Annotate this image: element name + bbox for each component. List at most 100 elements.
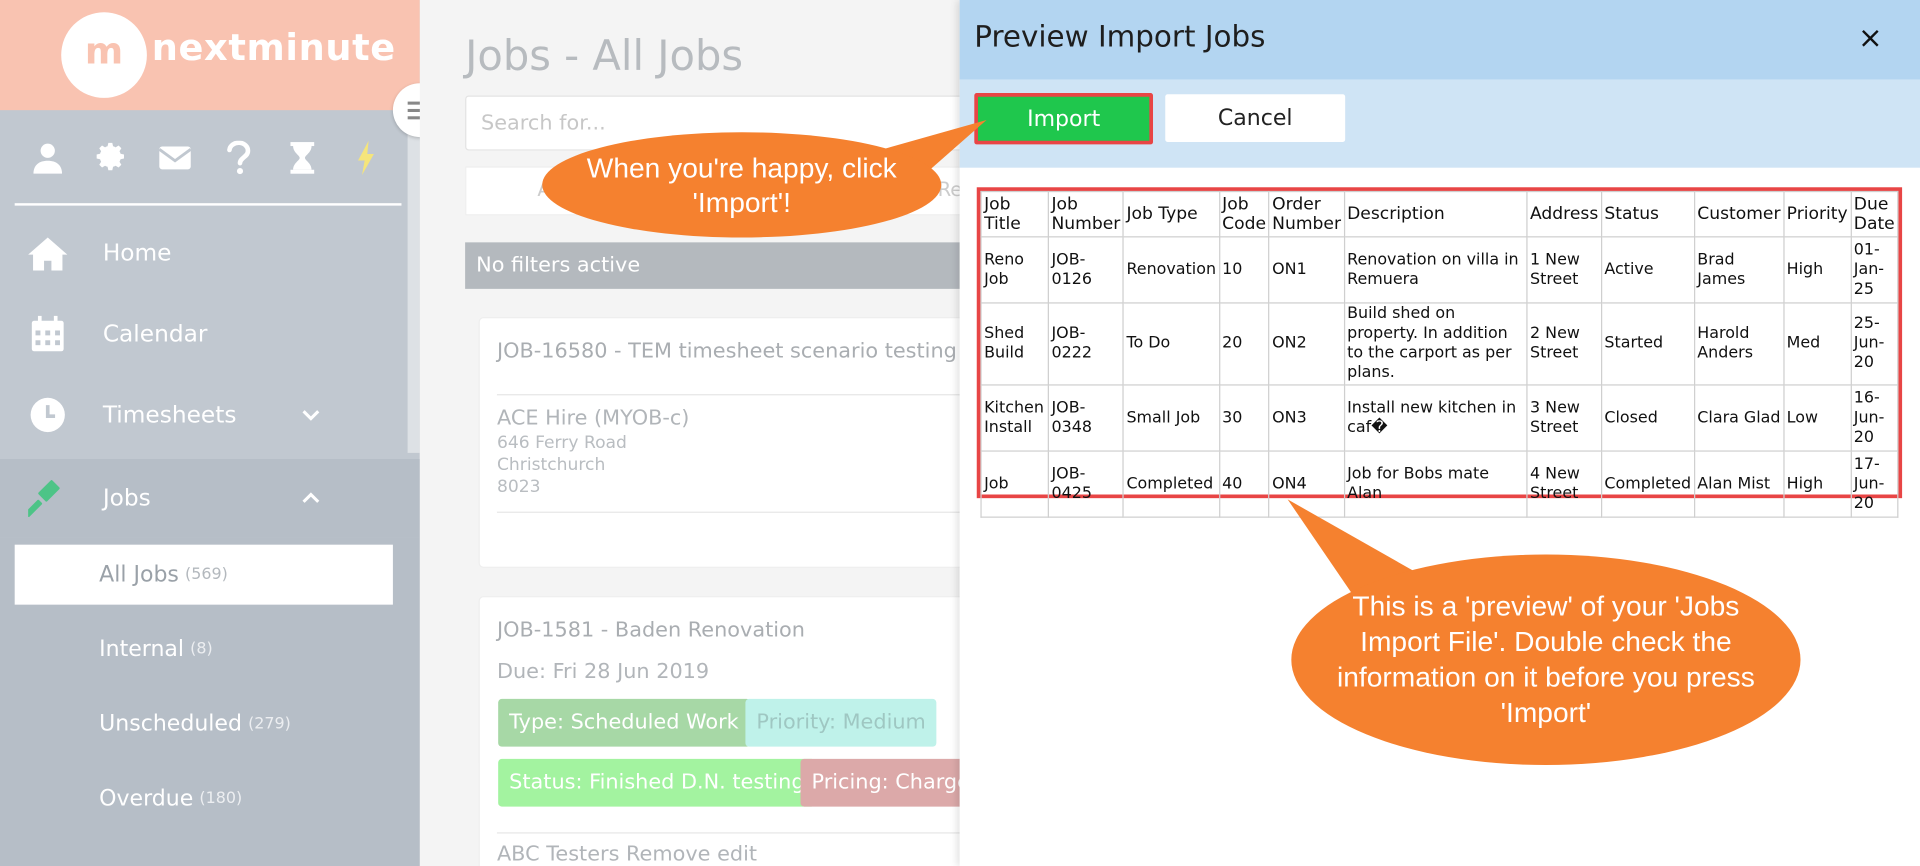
nav-jobs[interactable]: Jobs: [0, 459, 420, 538]
hourglass-icon[interactable]: [284, 140, 321, 177]
table-cell: Renovation on villa in Remuera: [1343, 236, 1528, 304]
logo-area: m nextminute: [0, 0, 420, 111]
sidebar-item-unscheduled[interactable]: Unscheduled (279): [15, 694, 393, 754]
table-cell: ON3: [1268, 384, 1345, 452]
nav-calendar-label: Calendar: [102, 320, 208, 348]
sub-item-label: Internal: [99, 636, 185, 663]
import-hint-callout: When you're happy, click 'Import'!: [542, 132, 942, 238]
gear-icon[interactable]: [93, 140, 130, 177]
preview-table: Job Title Job Number Job Type Job Code Order…: [980, 190, 1899, 518]
page-title: Jobs - All Jobs: [465, 31, 744, 81]
question-icon[interactable]: [220, 140, 257, 177]
table-cell: Started: [1600, 302, 1695, 386]
sub-item-count: (8): [190, 640, 213, 659]
sub-item-count: (569): [185, 565, 228, 584]
mail-icon[interactable]: [157, 140, 194, 177]
table-cell: Harold Anders: [1693, 302, 1785, 386]
sidebar: m nextminute Home Calendar Timesheets Jo…: [0, 0, 420, 866]
table-cell: Active: [1600, 236, 1695, 304]
nav-timesheets[interactable]: Timesheets: [0, 376, 420, 454]
table-cell: Brad James: [1693, 236, 1785, 304]
sidebar-scrollbar[interactable]: [407, 110, 420, 453]
user-icon[interactable]: [29, 140, 66, 177]
column-header: Due Date: [1850, 190, 1899, 238]
column-header: Job Type: [1122, 190, 1220, 238]
table-cell: 20: [1218, 302, 1270, 386]
table-cell: Completed: [1600, 450, 1695, 518]
column-header: Priority: [1782, 190, 1852, 238]
column-header: Status: [1600, 190, 1695, 238]
job-card-address-1: 646 Ferry Road: [496, 433, 627, 453]
table-cell: Shed Build: [980, 302, 1050, 386]
preview-table-wrapper: Job Title Job Number Job Type Job Code Order…: [976, 187, 1903, 518]
table-cell: 25-Jun-20: [1850, 302, 1899, 386]
logo-text: nextminute: [151, 26, 396, 70]
pricing-tag: Pricing: Charge: [800, 758, 981, 807]
table-cell: Clara Glad: [1693, 384, 1785, 452]
job-card-address-2: Christchurch: [496, 455, 606, 475]
table-cell: Closed: [1600, 384, 1695, 452]
table-cell: 4 New Street: [1526, 450, 1602, 518]
divider: [496, 394, 977, 396]
table-cell: Completed: [1122, 450, 1220, 518]
job-card-title[interactable]: JOB-16580 - TEM timesheet scenario testi…: [497, 339, 957, 363]
table-cell: Small Job: [1122, 384, 1220, 452]
job-card-footer: ABC Testers Remove edit: [496, 842, 758, 866]
table-cell: 40: [1218, 450, 1270, 518]
nav-home-label: Home: [102, 239, 172, 267]
table-cell: 17-Jun-20: [1850, 450, 1899, 518]
column-header: Customer: [1693, 190, 1785, 238]
table-cell: 2 New Street: [1526, 302, 1602, 386]
divider: [496, 511, 977, 513]
modal-header: Preview Import Jobs ×: [959, 0, 1920, 80]
job-card-title[interactable]: JOB-1581 - Baden Renovation: [497, 618, 805, 642]
modal-title: Preview Import Jobs: [974, 19, 1266, 54]
filters-bar[interactable]: No filters active: [465, 242, 980, 289]
job-card[interactable]: JOB-16580 - TEM timesheet scenario testi…: [478, 317, 993, 568]
sub-item-label: All Jobs: [99, 561, 179, 588]
sidebar-item-all-jobs[interactable]: All Jobs (569): [14, 544, 393, 605]
table-cell: 01-Jan-25: [1850, 236, 1899, 304]
lightning-icon[interactable]: [348, 140, 385, 177]
close-icon[interactable]: ×: [1858, 21, 1883, 55]
calendar-icon: [27, 313, 69, 355]
table-cell: ON2: [1268, 302, 1345, 386]
table-cell: 30: [1218, 384, 1270, 452]
table-cell: Build shed on property. In addition to t…: [1343, 302, 1528, 386]
table-cell: High: [1782, 450, 1852, 518]
job-card[interactable]: JOB-1581 - Baden Renovation Due: Fri 28 …: [478, 596, 993, 866]
job-card-due: Due: Fri 28 Jun 2019: [496, 659, 710, 685]
table-cell: 16-Jun-20: [1850, 384, 1899, 452]
column-header: Job Number: [1047, 190, 1124, 238]
table-cell: Low: [1782, 384, 1852, 452]
sub-item-label: Unscheduled: [99, 711, 242, 737]
icon-divider: [14, 203, 402, 206]
table-cell: Reno Job: [980, 236, 1050, 304]
column-header: Order Number: [1268, 190, 1345, 238]
sub-item-count: (180): [199, 789, 243, 808]
table-cell: To Do: [1122, 302, 1220, 386]
nav-home[interactable]: Home: [0, 214, 420, 292]
preview-hint-callout: This is a 'preview' of your 'Jobs Import…: [1291, 554, 1801, 765]
table-cell: Install new kitchen in caf�: [1343, 384, 1528, 452]
clock-icon: [27, 394, 69, 436]
table-cell: 3 New Street: [1526, 384, 1602, 452]
nav-jobs-label: Jobs: [102, 484, 151, 512]
type-tag: Type: Scheduled Work: [498, 698, 750, 747]
table-cell: JOB-0222: [1047, 302, 1124, 386]
table-cell: High: [1782, 236, 1852, 304]
sidebar-item-internal[interactable]: Internal (8): [15, 619, 393, 679]
table-cell: ON1: [1268, 236, 1345, 304]
logo-mark: m: [61, 12, 147, 98]
job-card-address-3: 8023: [496, 477, 541, 497]
cancel-button[interactable]: Cancel: [1165, 94, 1346, 142]
column-header: Address: [1526, 190, 1602, 238]
nav-calendar[interactable]: Calendar: [0, 295, 420, 373]
divider: [496, 832, 977, 834]
table-cell: Med: [1782, 302, 1852, 386]
table-cell: JOB-0126: [1047, 236, 1124, 304]
sidebar-item-overdue[interactable]: Overdue (180): [15, 769, 393, 829]
priority-tag: Priority: Medium: [745, 698, 937, 747]
chevron-up-icon: [301, 487, 321, 510]
table-cell: 10: [1218, 236, 1270, 304]
